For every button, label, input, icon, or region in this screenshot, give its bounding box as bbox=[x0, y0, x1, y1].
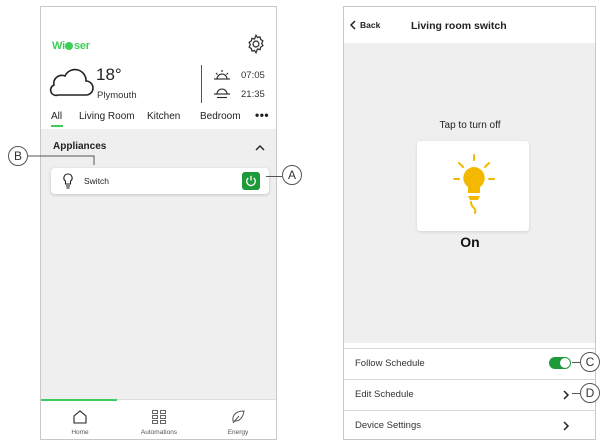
nav-automations-label: Automations bbox=[140, 429, 178, 436]
active-tab-indicator bbox=[51, 125, 63, 127]
callout-c-leader bbox=[572, 362, 580, 363]
gear-icon[interactable] bbox=[245, 33, 267, 55]
sunrise-icon bbox=[214, 70, 230, 80]
callout-c: C bbox=[580, 352, 600, 372]
detail-header: Back Living room switch bbox=[344, 7, 595, 43]
device-card-switch[interactable]: Switch bbox=[51, 168, 269, 194]
wiser-logo: Wi ser bbox=[52, 40, 90, 52]
home-screen: Wi ser 18° Plymouth 07:05 21:35 All Livin… bbox=[40, 6, 277, 440]
nav-home[interactable]: Home bbox=[41, 400, 119, 439]
home-header: Wi ser 18° Plymouth 07:05 21:35 All Livin… bbox=[41, 7, 276, 129]
section-title: Appliances bbox=[53, 141, 107, 152]
callout-d-leader bbox=[572, 393, 580, 394]
tab-living-room[interactable]: Living Room bbox=[79, 111, 135, 122]
toggle-knob bbox=[560, 358, 570, 368]
sunset-icon bbox=[214, 88, 230, 99]
tab-kitchen[interactable]: Kitchen bbox=[147, 111, 180, 122]
callout-a-leader bbox=[266, 176, 282, 177]
light-toggle-card[interactable] bbox=[417, 141, 529, 231]
sunrise-time: 07:05 bbox=[241, 70, 265, 81]
weather-divider bbox=[201, 65, 202, 103]
cloud-icon bbox=[49, 68, 94, 97]
bulb-icon bbox=[63, 173, 73, 189]
home-icon bbox=[73, 410, 87, 424]
power-icon bbox=[246, 175, 256, 187]
follow-schedule-row[interactable]: Follow Schedule bbox=[344, 348, 595, 378]
more-tabs-button[interactable]: ••• bbox=[255, 108, 269, 122]
chevron-up-icon[interactable] bbox=[255, 145, 265, 151]
edit-schedule-label: Edit Schedule bbox=[355, 389, 414, 400]
power-button[interactable] bbox=[242, 172, 260, 190]
temperature: 18° bbox=[96, 65, 122, 84]
chevron-right-icon bbox=[563, 390, 570, 400]
callout-b: B bbox=[8, 146, 28, 166]
tap-instruction: Tap to turn off bbox=[439, 120, 501, 131]
tab-bedroom[interactable]: Bedroom bbox=[200, 111, 241, 122]
callout-a: A bbox=[282, 165, 302, 185]
room-tabs: All Living Room Kitchen Bedroom ••• bbox=[41, 108, 276, 127]
nav-energy-label: Energy bbox=[227, 429, 249, 436]
page-title: Living room switch bbox=[411, 20, 507, 32]
chevron-left-icon[interactable] bbox=[349, 20, 356, 30]
city-name: Plymouth bbox=[97, 90, 137, 101]
lightbulb-on-icon bbox=[453, 154, 495, 214]
device-settings-label: Device Settings bbox=[355, 420, 422, 431]
follow-schedule-label: Follow Schedule bbox=[355, 358, 425, 369]
nav-automations[interactable]: Automations bbox=[120, 400, 198, 439]
nav-energy[interactable]: Energy bbox=[199, 400, 276, 439]
tab-all[interactable]: All bbox=[51, 111, 62, 122]
device-detail-screen: Back Living room switch Tap to turn off … bbox=[343, 6, 596, 440]
bottom-navigation: Home Automations Energy bbox=[41, 399, 276, 439]
device-name: Switch bbox=[84, 176, 110, 186]
device-settings-row[interactable]: Device Settings bbox=[344, 410, 595, 439]
edit-schedule-row[interactable]: Edit Schedule bbox=[344, 379, 595, 409]
callout-b-leader bbox=[28, 155, 95, 165]
callout-d: D bbox=[580, 383, 600, 403]
energy-leaf-icon bbox=[232, 410, 245, 424]
chevron-right-icon bbox=[563, 421, 570, 431]
nav-home-label: Home bbox=[71, 429, 89, 436]
detail-main-area: Tap to turn off On bbox=[344, 43, 595, 343]
follow-schedule-toggle[interactable] bbox=[549, 357, 571, 369]
back-button[interactable]: Back bbox=[360, 20, 380, 30]
device-state: On bbox=[460, 234, 480, 250]
automations-grid-icon bbox=[152, 410, 166, 424]
sunset-time: 21:35 bbox=[241, 89, 265, 100]
